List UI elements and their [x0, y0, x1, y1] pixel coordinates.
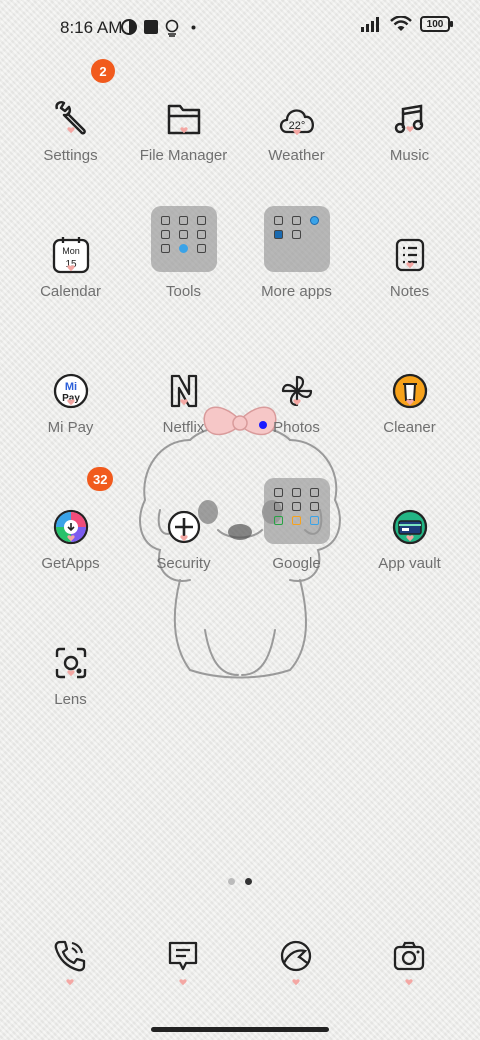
- notification-badge: 2: [91, 59, 115, 83]
- folder-icon: [151, 86, 217, 152]
- app-label: Lens: [54, 691, 87, 708]
- app-lens[interactable]: Lens: [14, 620, 127, 756]
- square-icon: [144, 20, 158, 34]
- app-label: Music: [389, 147, 430, 164]
- heart-icon: [66, 979, 74, 986]
- netflix-icon: [151, 358, 217, 424]
- dot-icon: [191, 25, 196, 30]
- status-bar: 8:16 AM 100: [0, 0, 480, 56]
- app-photos[interactable]: Photos: [240, 348, 353, 484]
- page-dot-active[interactable]: [245, 878, 252, 885]
- app-label: Cleaner: [383, 419, 436, 436]
- dock-phone[interactable]: [40, 926, 100, 986]
- app-label: GetApps: [41, 555, 100, 572]
- dock-browser[interactable]: [266, 926, 326, 986]
- battery-level: 100: [426, 18, 444, 30]
- folder-google[interactable]: Google: [240, 468, 353, 604]
- heart-icon: [292, 129, 301, 136]
- shield-plus-icon: [151, 494, 217, 560]
- dock-camera[interactable]: [379, 926, 439, 986]
- app-music[interactable]: Music: [353, 76, 466, 212]
- folder-tools[interactable]: Tools: [127, 196, 240, 332]
- app-security[interactable]: Security: [127, 484, 240, 620]
- cloud-icon: 22°: [264, 86, 330, 152]
- folder-google-preview: [263, 478, 330, 544]
- dock-messages[interactable]: [153, 926, 213, 986]
- message-icon: [168, 941, 198, 971]
- app-label: Notes: [389, 283, 430, 300]
- app-calendar[interactable]: Mon 15 Calendar: [14, 212, 127, 348]
- app-label: Weather: [268, 147, 325, 164]
- heart-icon: [179, 979, 187, 986]
- folder-label: Google: [272, 555, 321, 572]
- folder-label: Tools: [165, 283, 202, 300]
- heart-icon: [292, 979, 300, 986]
- heart-icon: [179, 127, 188, 134]
- wifi-icon: [390, 16, 412, 31]
- heart-icon: [405, 535, 414, 542]
- app-cleaner[interactable]: Cleaner: [353, 348, 466, 484]
- browser-icon: [280, 940, 312, 972]
- heart-icon: [66, 265, 75, 272]
- app-mi-pay[interactable]: Mi Pay Mi Pay: [14, 348, 127, 484]
- status-time: 8:16 AM: [60, 18, 123, 37]
- app-vault-icon: [377, 494, 443, 560]
- contrast-icon: [121, 19, 137, 35]
- music-note-icon: [377, 86, 443, 152]
- trash-icon: [377, 358, 443, 424]
- heart-icon: [405, 399, 414, 406]
- folder-label: More apps: [261, 283, 332, 300]
- app-label: Mi Pay: [47, 419, 94, 436]
- app-label: Netflix: [162, 419, 205, 436]
- heart-icon: [179, 399, 188, 406]
- heart-icon: [66, 127, 75, 134]
- app-label: File Manager: [139, 147, 228, 164]
- gesture-navigation-bar[interactable]: [151, 1027, 329, 1032]
- svg-text:Mon: Mon: [62, 246, 80, 256]
- page-dot[interactable]: [228, 878, 235, 885]
- app-settings[interactable]: 2 Settings: [14, 59, 127, 212]
- lightbulb-icon: [165, 19, 179, 37]
- app-label: Calendar: [40, 283, 101, 300]
- mipay-icon: Mi Pay: [38, 358, 104, 424]
- notification-badge: 32: [87, 467, 114, 491]
- page-indicator: [0, 878, 480, 885]
- app-label: Settings: [43, 147, 98, 164]
- heart-icon: [405, 979, 413, 986]
- signal-icon: [361, 17, 379, 32]
- folder-more-apps[interactable]: More apps: [240, 196, 353, 332]
- heart-icon: [405, 126, 414, 133]
- app-netflix[interactable]: Netflix: [127, 348, 240, 484]
- heart-icon: [179, 535, 188, 542]
- calendar-icon: Mon 15: [38, 222, 104, 288]
- app-label: App vault: [378, 555, 441, 572]
- pinwheel-icon: [264, 358, 330, 424]
- battery-indicator: 100: [420, 16, 453, 32]
- app-file-manager[interactable]: File Manager: [127, 76, 240, 212]
- notes-icon: [377, 222, 443, 288]
- phone-icon: [54, 940, 86, 972]
- app-label: Photos: [273, 419, 320, 436]
- folder-tools-preview: [150, 206, 217, 272]
- heart-icon: [66, 399, 75, 406]
- app-weather[interactable]: 22° Weather: [240, 76, 353, 212]
- app-app-vault[interactable]: App vault: [353, 484, 466, 620]
- wrench-icon: [38, 86, 104, 152]
- app-notes[interactable]: Notes: [353, 212, 466, 348]
- folder-more-apps-preview: [263, 206, 330, 272]
- lens-icon: [38, 630, 104, 696]
- app-getapps[interactable]: 32 GetApps: [14, 467, 127, 620]
- camera-icon: [393, 941, 425, 971]
- app-label: Security: [156, 555, 211, 572]
- getapps-icon: [38, 494, 104, 560]
- heart-icon: [405, 262, 414, 269]
- heart-icon: [292, 399, 301, 406]
- heart-icon: [66, 670, 75, 677]
- svg-text:Mi: Mi: [64, 381, 76, 393]
- heart-icon: [66, 535, 75, 542]
